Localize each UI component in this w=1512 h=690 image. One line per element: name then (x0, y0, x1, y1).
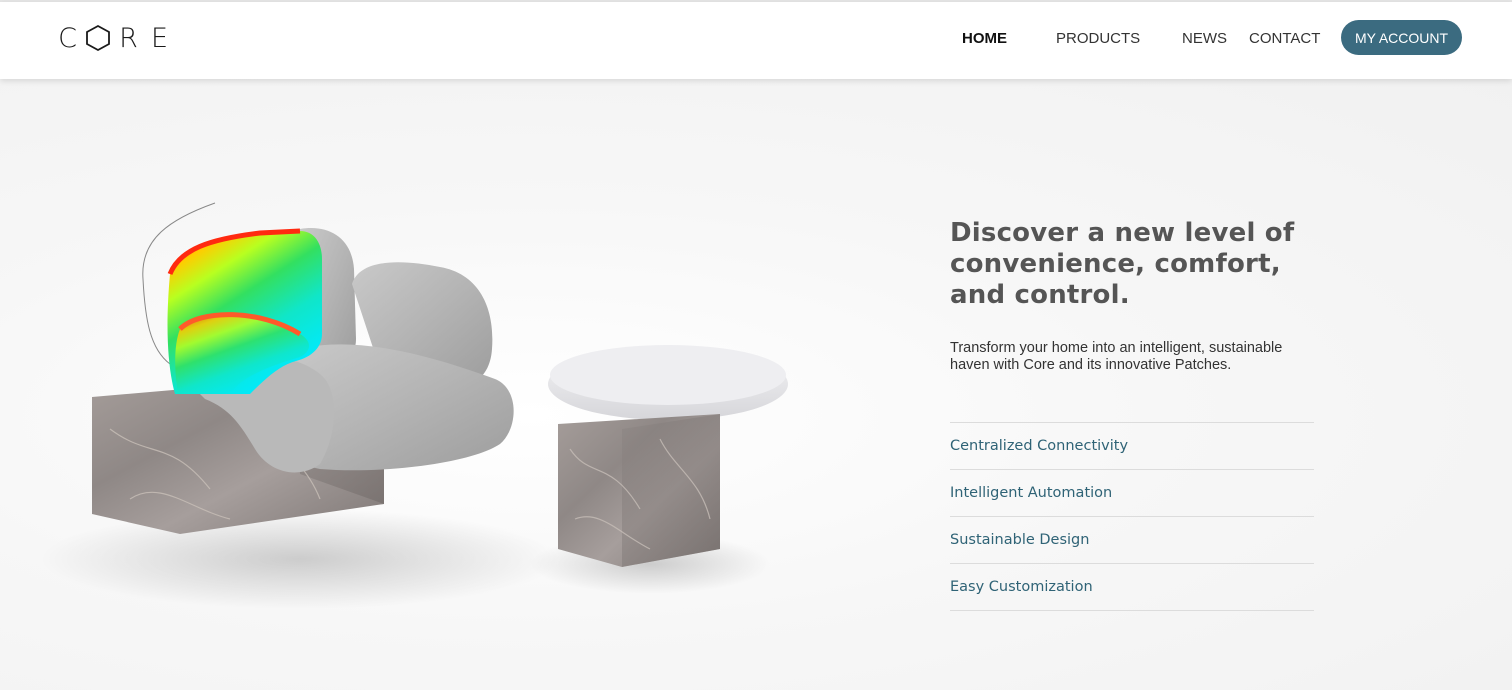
hexagon-icon (86, 24, 110, 52)
logo-letter-e: E (150, 22, 169, 54)
feature-centralized-connectivity[interactable]: Centralized Connectivity (950, 422, 1314, 469)
headline-line-3: and control. (950, 280, 1130, 310)
features-divider (950, 610, 1314, 611)
nav-contact[interactable]: CONTACT (1249, 30, 1320, 47)
nav-news[interactable]: NEWS (1182, 30, 1227, 47)
feature-easy-customization[interactable]: Easy Customization (950, 563, 1314, 610)
nav-home[interactable]: HOME (962, 30, 1007, 47)
feature-intelligent-automation[interactable]: Intelligent Automation (950, 469, 1314, 516)
headline-line-2: convenience, comfort, (950, 249, 1281, 279)
subtext-line-1: Transform your home into an intelligent,… (950, 340, 1283, 356)
hero-subtext: Transform your home into an intelligent,… (950, 340, 1310, 374)
hero-section: Discover a new level of convenience, com… (0, 79, 1512, 690)
site-header: C R E HOME PRODUCTS NEWS CONTACT MY ACCO… (0, 2, 1512, 79)
my-account-button[interactable]: MY ACCOUNT (1341, 20, 1462, 55)
core-logo[interactable]: C R E (52, 22, 175, 54)
nav-products[interactable]: PRODUCTS (1056, 30, 1140, 47)
hero-headline: Discover a new level of convenience, com… (950, 218, 1310, 311)
lounge-chair-and-side-table-photo (40, 202, 788, 609)
subtext-line-2: haven with Core and its innovative Patch… (950, 357, 1232, 373)
logo-letter-r: R (119, 22, 138, 54)
feature-sustainable-design[interactable]: Sustainable Design (950, 516, 1314, 563)
headline-line-1: Discover a new level of (950, 218, 1295, 248)
logo-letter-c: C (58, 22, 77, 54)
features-list: Centralized Connectivity Intelligent Aut… (950, 422, 1314, 611)
